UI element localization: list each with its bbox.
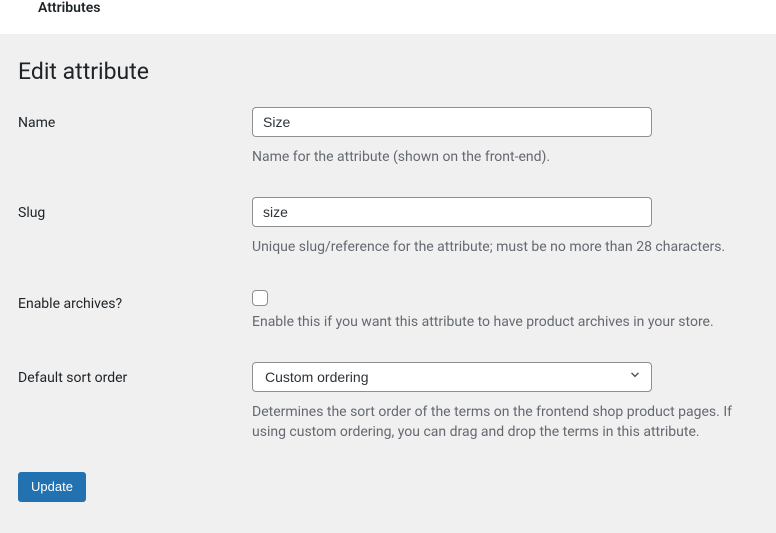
label-sort: Default sort order <box>18 362 252 386</box>
archives-help: Enable this if you want this attribute t… <box>252 312 758 332</box>
tab-attributes[interactable]: Attributes <box>38 0 100 16</box>
row-sort: Default sort order Custom ordering Deter… <box>18 362 758 443</box>
label-archives: Enable archives? <box>18 288 252 312</box>
page-title: Edit attribute <box>18 58 758 85</box>
row-archives: Enable archives? Enable this if you want… <box>18 288 758 332</box>
row-slug: Slug Unique slug/reference for the attri… <box>18 197 758 257</box>
sort-help: Determines the sort order of the terms o… <box>252 402 758 443</box>
top-nav: Attributes <box>0 0 776 34</box>
sort-order-select[interactable]: Custom ordering <box>252 362 652 392</box>
archives-checkbox[interactable] <box>252 290 268 306</box>
slug-help: Unique slug/reference for the attribute;… <box>252 237 758 257</box>
update-button[interactable]: Update <box>18 472 86 502</box>
row-name: Name Name for the attribute (shown on th… <box>18 107 758 167</box>
label-slug: Slug <box>18 197 252 221</box>
name-help: Name for the attribute (shown on the fro… <box>252 147 758 167</box>
slug-input[interactable] <box>252 197 652 227</box>
content-wrap: Edit attribute Name Name for the attribu… <box>0 58 776 520</box>
label-name: Name <box>18 107 252 131</box>
name-input[interactable] <box>252 107 652 137</box>
